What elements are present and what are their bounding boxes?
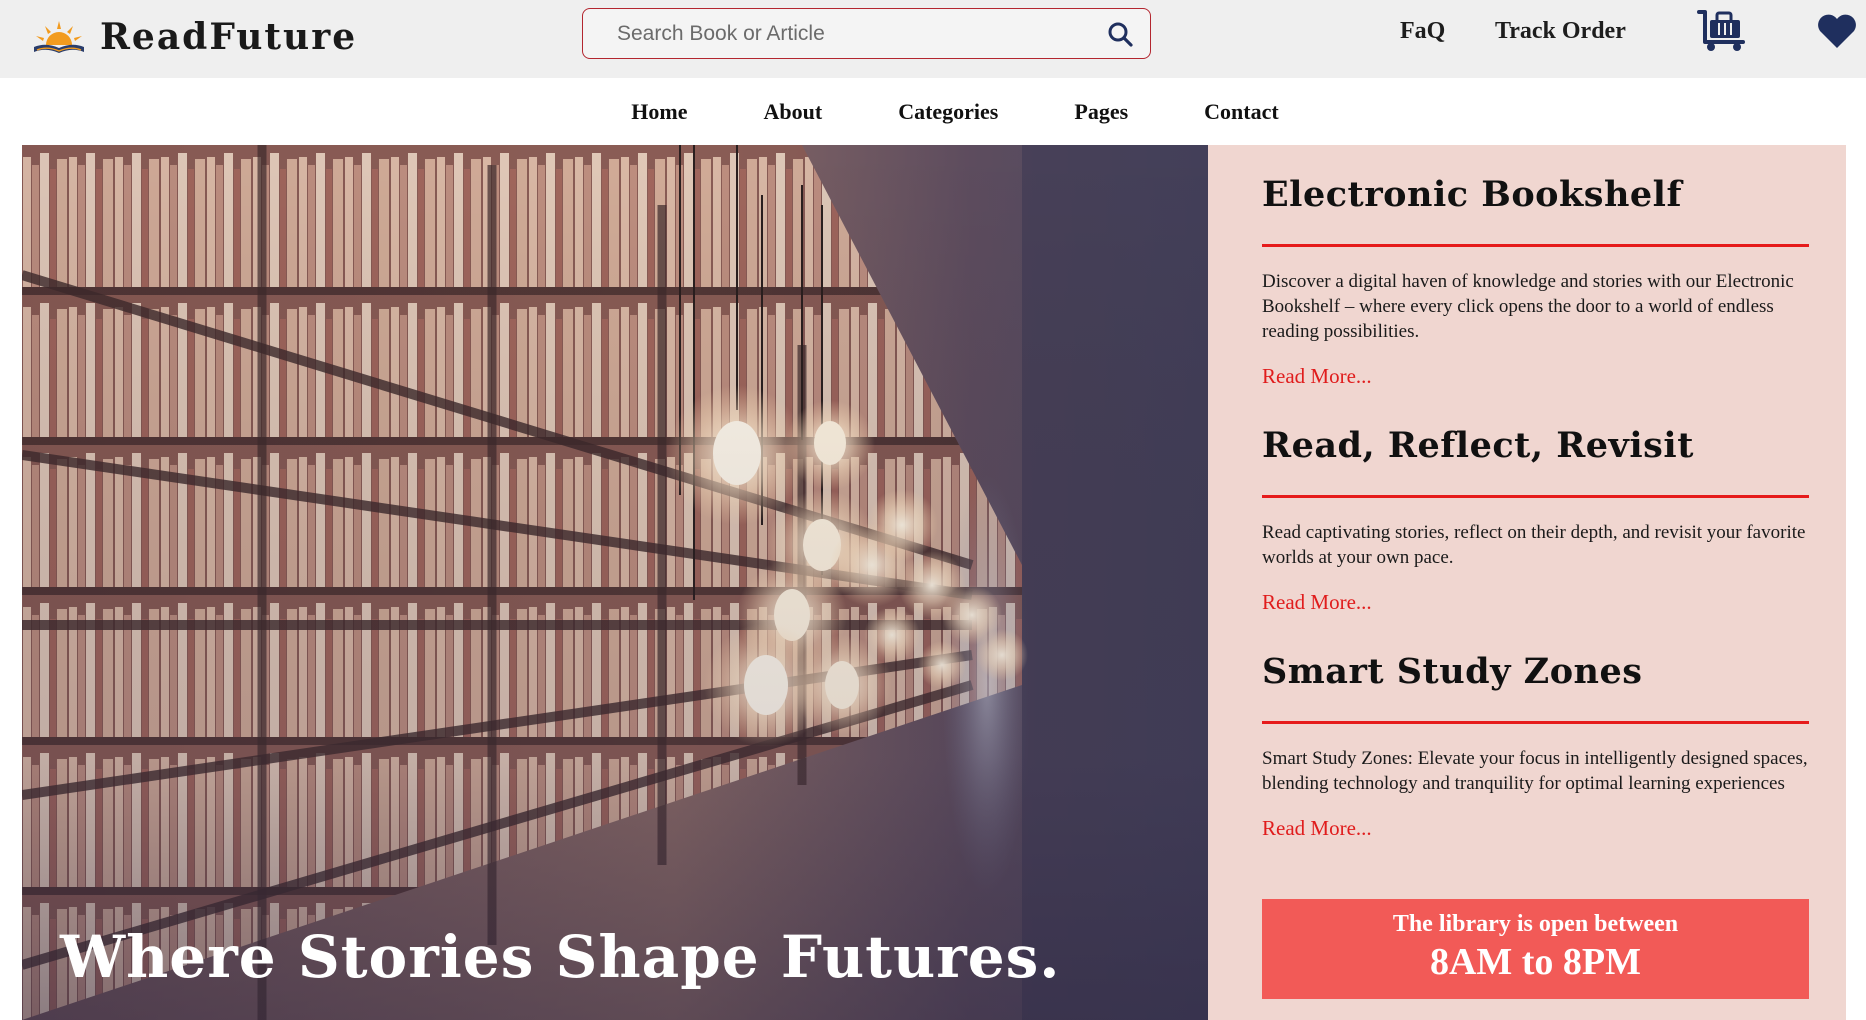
search-icon bbox=[1108, 22, 1133, 47]
read-more-link[interactable]: Read More... bbox=[1262, 590, 1372, 615]
article-title: Electronic Bookshelf bbox=[1262, 174, 1683, 215]
article-electronic-bookshelf: Electronic Bookshelf Discover a digital … bbox=[1262, 169, 1809, 389]
read-more-link[interactable]: Read More... bbox=[1262, 816, 1372, 841]
opening-hours-label: The library is open between bbox=[1392, 911, 1679, 937]
main-nav: Home About Categories Pages Contact bbox=[0, 78, 1866, 145]
hero-title: Where Stories Shape Futures. bbox=[60, 923, 1061, 991]
article-read-reflect-revisit: Read, Reflect, Revisit Read captivating … bbox=[1262, 420, 1809, 615]
article-title: Smart Study Zones bbox=[1262, 651, 1643, 692]
nav-item-home[interactable]: Home bbox=[631, 99, 687, 125]
sunrise-book-logo bbox=[34, 21, 84, 53]
features-panel: Electronic Bookshelf Discover a digital … bbox=[1208, 145, 1846, 1020]
hero-banner: Where Stories Shape Futures. bbox=[22, 145, 1208, 1020]
nav-item-about[interactable]: About bbox=[764, 99, 823, 125]
library-bookshelves-image bbox=[22, 145, 1208, 1020]
top-header: ReadFuture FaQ Track Order bbox=[0, 0, 1866, 78]
brand[interactable]: ReadFuture bbox=[32, 12, 357, 62]
nav-item-contact[interactable]: Contact bbox=[1204, 99, 1279, 125]
article-body: Discover a digital haven of knowledge an… bbox=[1262, 271, 1794, 342]
opening-hours-banner: The library is open between 8AM to 8PM bbox=[1262, 899, 1809, 999]
article-body: Smart Study Zones: Elevate your focus in… bbox=[1262, 748, 1808, 794]
track-order-link[interactable]: Track Order bbox=[1495, 18, 1626, 45]
read-more-link[interactable]: Read More... bbox=[1262, 364, 1372, 389]
luggage-cart-icon[interactable] bbox=[1697, 8, 1747, 52]
divider bbox=[1262, 244, 1809, 247]
divider bbox=[1262, 495, 1809, 498]
heart-icon[interactable] bbox=[1816, 12, 1858, 50]
nav-item-pages[interactable]: Pages bbox=[1074, 99, 1128, 125]
opening-hours-time: 8AM to 8PM bbox=[1429, 941, 1642, 983]
article-title: Read, Reflect, Revisit bbox=[1262, 425, 1694, 466]
divider bbox=[1262, 721, 1809, 724]
article-body: Read captivating stories, reflect on the… bbox=[1262, 522, 1806, 568]
article-smart-study-zones: Smart Study Zones Smart Study Zones: Ele… bbox=[1262, 646, 1809, 841]
search-input[interactable] bbox=[583, 9, 1090, 58]
nav-item-categories[interactable]: Categories bbox=[898, 99, 998, 125]
search-button[interactable] bbox=[1090, 9, 1150, 58]
brand-name: ReadFuture bbox=[100, 16, 358, 58]
search-bar bbox=[582, 8, 1151, 59]
faq-link[interactable]: FaQ bbox=[1400, 18, 1445, 45]
